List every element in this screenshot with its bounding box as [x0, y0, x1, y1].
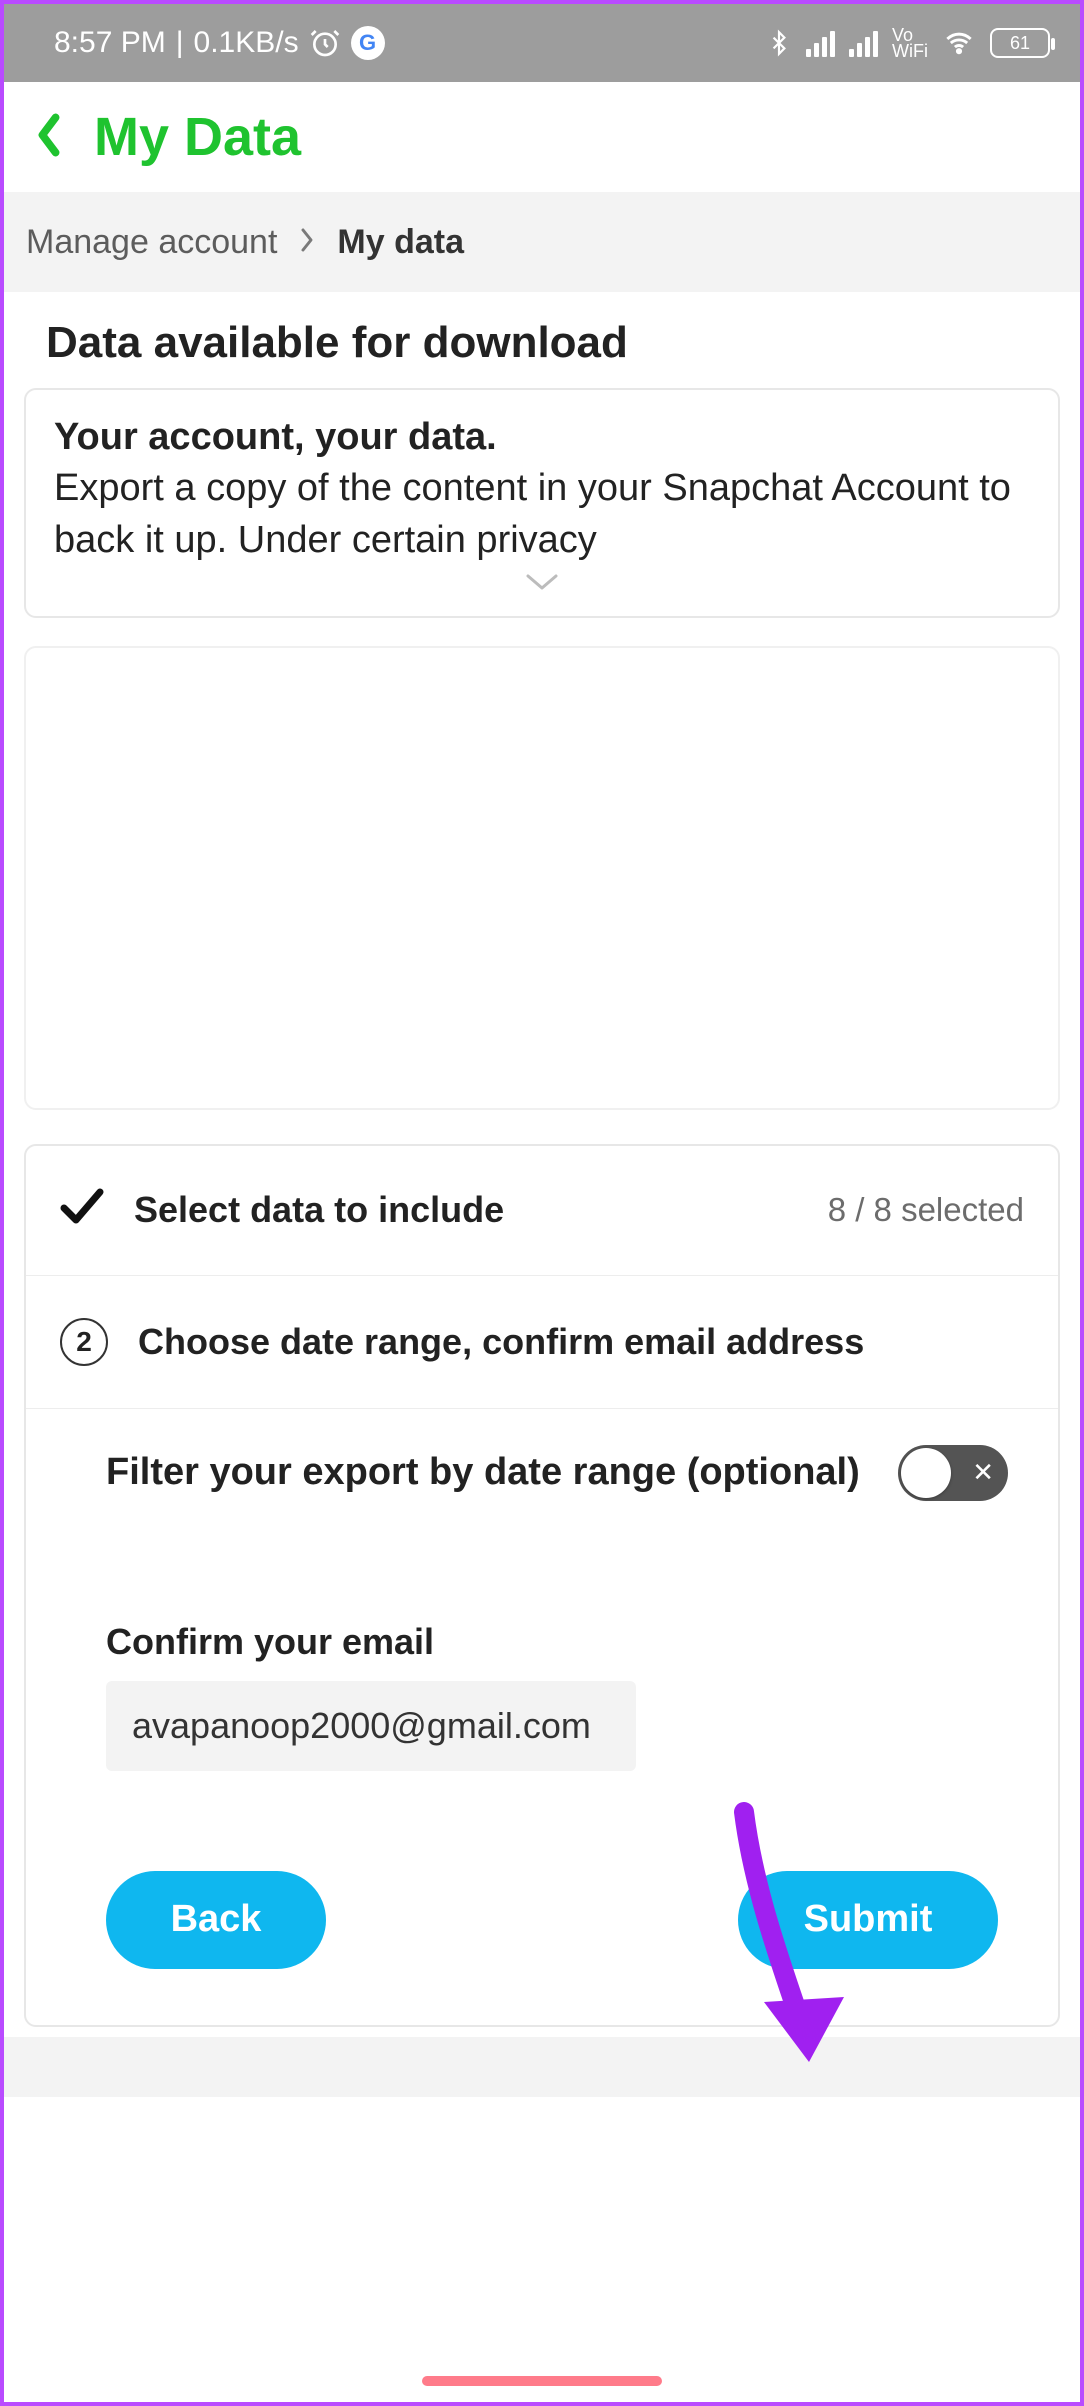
step-2-label: Choose date range, confirm email address — [138, 1321, 864, 1363]
step-2-number: 2 — [60, 1318, 108, 1366]
intro-card: Your account, your data. Export a copy o… — [24, 388, 1060, 618]
steps-card: Select data to include 8 / 8 selected 2 … — [24, 1144, 1060, 2027]
step-2-row: 2 Choose date range, confirm email addre… — [26, 1276, 1058, 1409]
button-row: Back Submit — [26, 1815, 1058, 2025]
step-2-body: Filter your export by date range (option… — [26, 1409, 1058, 1815]
check-icon — [60, 1188, 104, 1233]
app-header: My Data — [4, 82, 1080, 192]
email-field[interactable]: avapanoop2000@gmail.com — [106, 1681, 636, 1771]
step-1-label: Select data to include — [134, 1189, 504, 1231]
close-icon: ✕ — [972, 1457, 994, 1488]
bluetooth-icon — [766, 27, 792, 59]
gesture-bar[interactable] — [422, 2376, 662, 2386]
back-button-form[interactable]: Back — [106, 1871, 326, 1969]
status-bar: 8:57 PM | 0.1KB/s G Vo WiFi 61 — [4, 4, 1080, 82]
section-heading: Data available for download — [4, 292, 1080, 388]
vowifi-indicator: Vo WiFi — [892, 27, 928, 59]
status-time: 8:57 PM — [54, 26, 166, 60]
page-title: My Data — [94, 106, 301, 168]
blank-card — [24, 646, 1060, 1110]
breadcrumb-parent[interactable]: Manage account — [26, 223, 277, 262]
google-icon: G — [351, 26, 385, 60]
filter-label: Filter your export by date range (option… — [106, 1447, 868, 1498]
back-button[interactable] — [34, 113, 64, 162]
step-1-count: 8 / 8 selected — [828, 1191, 1024, 1229]
intro-heading: Your account, your data. — [54, 412, 1030, 463]
submit-button[interactable]: Submit — [738, 1871, 998, 1969]
date-range-toggle[interactable]: ✕ — [898, 1445, 1008, 1501]
alarm-icon — [309, 27, 341, 59]
intro-body: Export a copy of the content in your Sna… — [54, 463, 1030, 566]
expand-button[interactable] — [522, 557, 562, 608]
signal-icon-2 — [849, 29, 878, 57]
confirm-email-label: Confirm your email — [106, 1621, 1008, 1663]
battery-indicator: 61 — [990, 28, 1050, 58]
breadcrumb: Manage account My data — [4, 192, 1080, 292]
chevron-right-icon — [299, 223, 315, 262]
breadcrumb-current: My data — [337, 223, 464, 262]
status-net-speed: 0.1KB/s — [194, 26, 299, 60]
wifi-icon — [942, 29, 976, 57]
status-separator: | — [176, 26, 184, 60]
footer-space — [4, 2037, 1080, 2097]
signal-icon-1 — [806, 29, 835, 57]
step-1-row[interactable]: Select data to include 8 / 8 selected — [26, 1146, 1058, 1276]
toggle-knob — [901, 1448, 951, 1498]
